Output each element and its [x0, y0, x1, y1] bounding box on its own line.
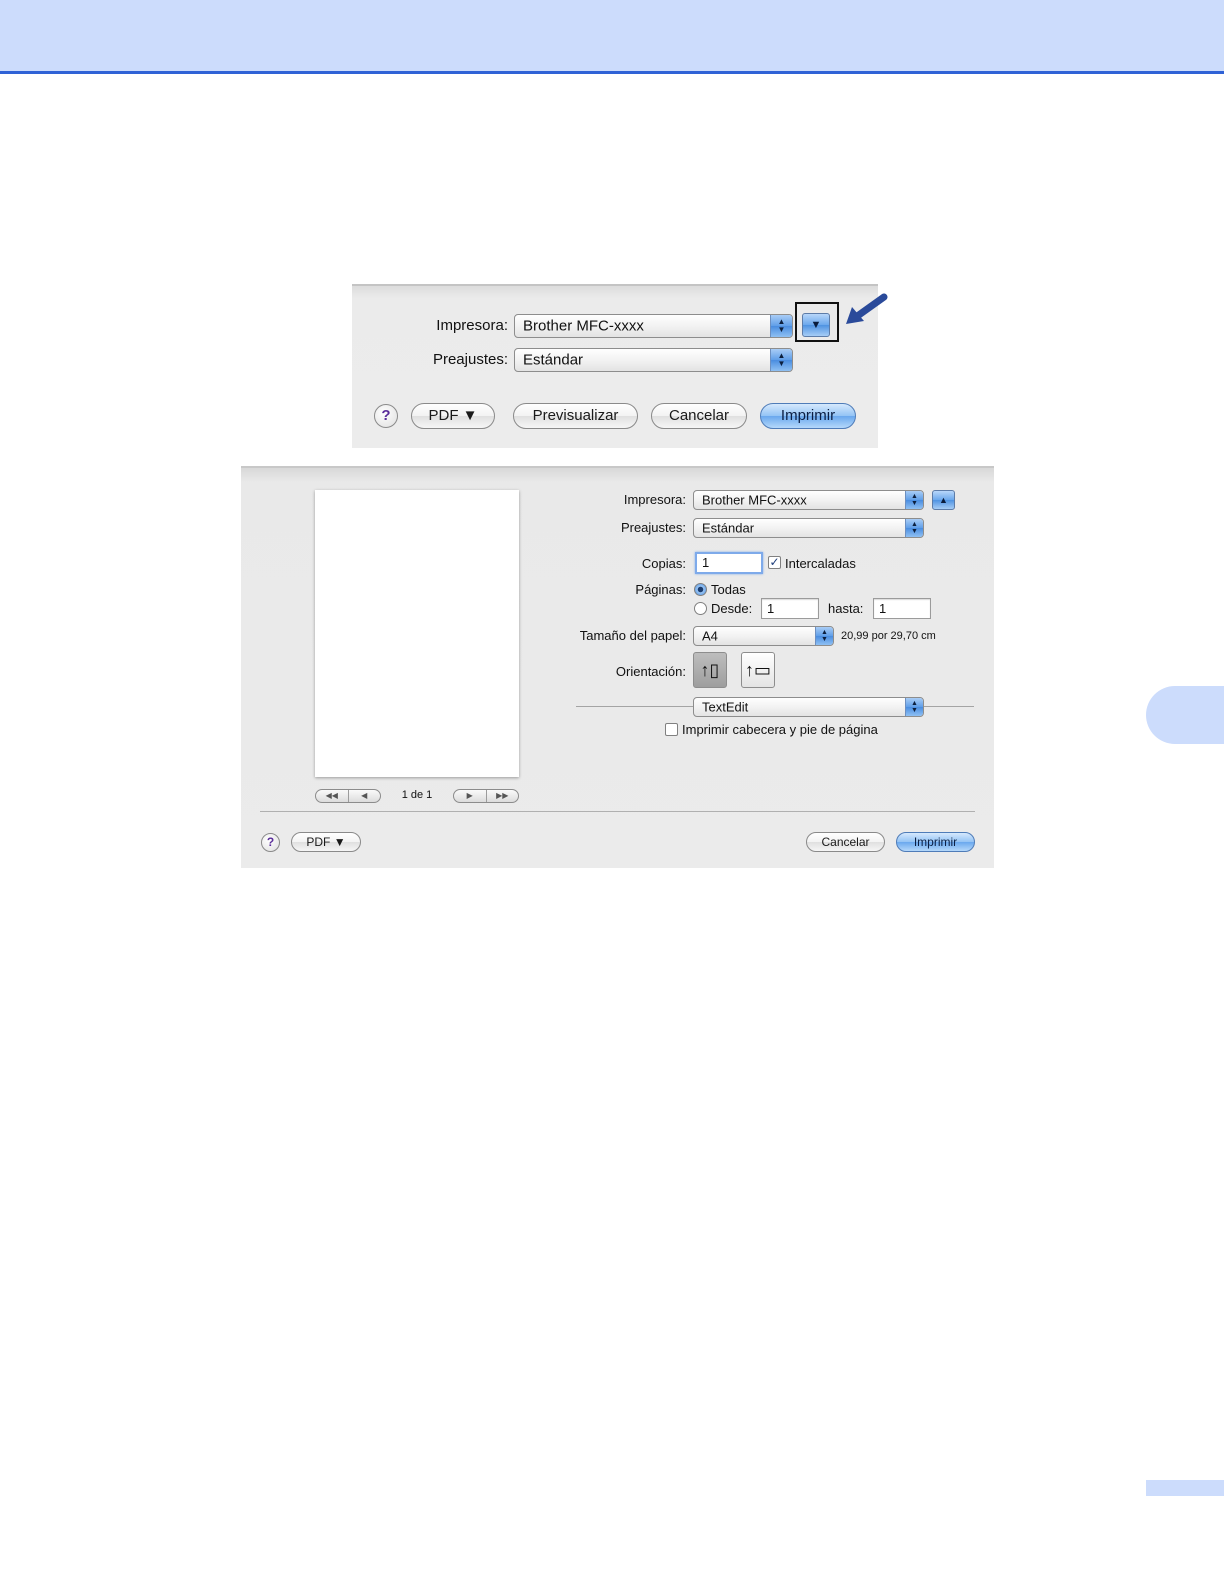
collate-checkbox[interactable]: ✓: [768, 556, 781, 569]
portrait-orientation-icon: ↑▯: [700, 660, 720, 680]
copies-label: Copias:: [641, 556, 686, 571]
page-number-band: [1146, 1480, 1224, 1496]
footer-divider: [260, 811, 975, 812]
pages-to-field[interactable]: 1: [873, 598, 931, 619]
popup-arrows-icon: ▲ ▼: [905, 698, 923, 716]
orientation-portrait-button[interactable]: ↑▯: [693, 652, 727, 688]
printer-popup-value: Brother MFC-xxxx: [523, 317, 644, 335]
paper-size-label: Tamaño del papel:: [579, 628, 686, 643]
pages-label: Páginas:: [635, 582, 686, 597]
printer-popup[interactable]: Brother MFC-xxxx ▲ ▼: [514, 314, 793, 338]
help-button[interactable]: ?: [374, 404, 398, 428]
pages-range-radio[interactable]: [694, 602, 707, 615]
printer-popup[interactable]: Brother MFC-xxxx ▲ ▼: [693, 490, 924, 510]
first-page-icon[interactable]: ◀◀: [316, 790, 348, 802]
next-page-icon[interactable]: ▶: [454, 790, 486, 802]
orientation-label: Orientación:: [615, 664, 686, 679]
page-header-band: [0, 0, 1224, 74]
printer-label: Impresora:: [436, 317, 508, 334]
preview-back-nav[interactable]: ◀◀ ◀: [315, 789, 381, 803]
last-page-icon[interactable]: ▶▶: [485, 790, 519, 802]
section-divider-right: [924, 706, 974, 707]
paper-size-popup-value: A4: [702, 628, 718, 644]
pages-to-label: hasta:: [828, 601, 864, 616]
print-dialog-expanded: ◀◀ ◀ 1 de 1 ▶ ▶▶ Impresora: Brother MFC-…: [241, 466, 994, 868]
header-footer-checkbox[interactable]: [665, 723, 678, 736]
presets-popup[interactable]: Estándar ▲ ▼: [693, 518, 924, 538]
copies-field[interactable]: 1: [695, 552, 763, 574]
chevron-up-icon: ▲: [939, 495, 948, 505]
presets-popup[interactable]: Estándar ▲ ▼: [514, 348, 793, 372]
callout-arrow-icon: [846, 293, 888, 324]
orientation-landscape-button[interactable]: ↑▭: [741, 652, 775, 688]
pages-all-label: Todas: [711, 582, 746, 597]
section-divider-left: [576, 706, 693, 707]
printer-label: Impresora:: [623, 492, 686, 507]
presets-popup-value: Estándar: [702, 520, 755, 536]
app-settings-popup-value: TextEdit: [702, 699, 749, 715]
collate-label: Intercaladas: [785, 556, 856, 571]
print-button[interactable]: Imprimir: [896, 832, 975, 852]
previous-page-icon[interactable]: ◀: [347, 790, 381, 802]
landscape-orientation-icon: ↑▭: [744, 660, 771, 680]
popup-arrows-icon: ▲ ▼: [770, 349, 792, 371]
pages-from-field[interactable]: 1: [761, 598, 819, 619]
preview-forward-nav[interactable]: ▶ ▶▶: [453, 789, 519, 803]
print-button[interactable]: Imprimir: [760, 403, 856, 429]
preview-button[interactable]: Previsualizar: [513, 403, 638, 429]
popup-arrows-icon: ▲ ▼: [905, 519, 923, 537]
popup-arrows-icon: ▲ ▼: [905, 491, 923, 509]
chapter-side-tab: [1146, 686, 1224, 744]
header-footer-label: Imprimir cabecera y pie de página: [682, 722, 878, 737]
presets-label: Preajustes:: [432, 351, 508, 368]
paper-size-dimensions: 20,99 por 29,70 cm: [841, 630, 936, 642]
printer-popup-value: Brother MFC-xxxx: [702, 492, 807, 508]
callout-highlight-frame: [795, 302, 839, 342]
pdf-menu-button[interactable]: PDF ▼: [411, 403, 495, 429]
paper-size-popup[interactable]: A4 ▲ ▼: [693, 626, 834, 646]
presets-label: Preajustes:: [620, 520, 686, 535]
pages-all-radio[interactable]: [694, 583, 707, 596]
pdf-menu-button[interactable]: PDF ▼: [291, 832, 361, 852]
cancel-button[interactable]: Cancelar: [651, 403, 747, 429]
popup-arrows-icon: ▲ ▼: [770, 315, 792, 337]
cancel-button[interactable]: Cancelar: [806, 832, 885, 852]
popup-arrows-icon: ▲ ▼: [815, 627, 833, 645]
page-indicator: 1 de 1: [401, 789, 433, 801]
collapse-disclosure-button[interactable]: ▲: [932, 490, 955, 510]
help-button[interactable]: ?: [261, 833, 280, 852]
app-settings-popup[interactable]: TextEdit ▲ ▼: [693, 697, 924, 717]
presets-popup-value: Estándar: [523, 351, 584, 369]
pages-from-label: Desde:: [711, 601, 753, 616]
page-preview: [315, 490, 519, 777]
